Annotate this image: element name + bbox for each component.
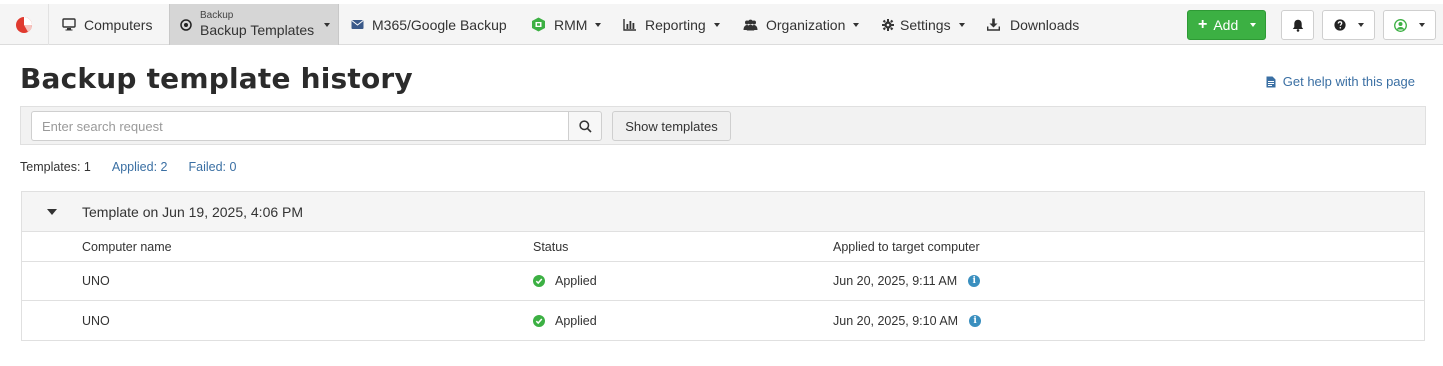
computer-name-cell: UNO — [82, 274, 110, 288]
column-header-applied: Applied to target computer — [833, 239, 980, 254]
top-navbar: Computers Backup Backup Templates M365/G… — [0, 4, 1443, 45]
nav-reporting[interactable]: Reporting — [623, 4, 720, 45]
check-circle-icon — [533, 314, 545, 327]
nav-backup-templates[interactable]: Backup Backup Templates — [169, 4, 339, 45]
envelope-icon — [351, 19, 364, 30]
nav-rmm-label: RMM — [554, 16, 588, 33]
status-cell: Applied — [533, 301, 597, 340]
rmm-shield-icon — [531, 17, 546, 32]
applied-date: Jun 20, 2025, 9:10 AM — [833, 313, 959, 328]
info-icon[interactable]: i — [969, 314, 982, 327]
nav-computers[interactable]: Computers — [62, 4, 152, 45]
column-header-computer-name: Computer name — [82, 239, 172, 254]
status-label: Applied — [555, 313, 597, 328]
monitor-icon — [62, 18, 76, 31]
column-header-status: Status — [533, 239, 569, 254]
applied-date-cell: Jun 20, 2025, 9:10 AM i — [833, 301, 982, 340]
chevron-down-icon — [1250, 23, 1257, 27]
logo-icon — [16, 16, 33, 33]
plus-icon: + — [1198, 16, 1208, 33]
stat-applied-link[interactable]: Applied: 2 — [112, 160, 168, 174]
status-label: Applied — [555, 274, 597, 288]
status-cell: Applied — [533, 262, 597, 300]
chevron-down-icon — [713, 22, 720, 27]
document-icon — [1266, 76, 1276, 88]
add-button[interactable]: + Add — [1187, 10, 1266, 40]
nav-m365-google-backup[interactable]: M365/Google Backup — [351, 4, 507, 45]
nav-downloads-label: Downloads — [1010, 16, 1080, 33]
nav-rmm[interactable]: RMM — [531, 4, 602, 45]
question-circle-icon — [1333, 19, 1346, 31]
user-menu-button[interactable] — [1383, 10, 1436, 40]
nav-organization[interactable]: Organization — [743, 4, 860, 45]
template-group-header[interactable]: Template on Jun 19, 2025, 4:06 PM — [22, 192, 1424, 232]
chevron-down-icon — [853, 22, 860, 27]
table-row: UNO Applied Jun 20, 2025, 9:10 AM i — [22, 301, 1424, 340]
table-row: UNO Applied Jun 20, 2025, 9:11 AM i — [22, 262, 1424, 301]
template-group-title: Template on Jun 19, 2025, 4:06 PM — [82, 203, 304, 220]
table-header: Computer name Status Applied to target c… — [22, 232, 1424, 262]
nav-reporting-label: Reporting — [645, 16, 706, 33]
chevron-down-icon — [1419, 23, 1425, 27]
nav-settings-label: Settings — [900, 16, 951, 33]
check-circle-icon — [533, 275, 545, 287]
help-link[interactable]: Get help with this page — [1266, 74, 1415, 89]
page-title: Backup template history — [20, 62, 413, 95]
search-input[interactable] — [31, 111, 569, 141]
stats-bar: Templates: 1 Applied: 2 Failed: 0 — [20, 160, 236, 174]
help-link-label: Get help with this page — [1282, 74, 1415, 89]
bell-icon — [1292, 19, 1303, 32]
notifications-button[interactable] — [1281, 10, 1314, 40]
collapse-toggle[interactable] — [22, 208, 82, 215]
template-group: Template on Jun 19, 2025, 4:06 PM Comput… — [21, 191, 1425, 341]
stat-templates: Templates: 1 — [20, 160, 91, 174]
applied-date-cell: Jun 20, 2025, 9:11 AM i — [833, 262, 981, 300]
gear-icon — [882, 18, 894, 31]
caret-down-icon — [47, 208, 57, 215]
play-circle-icon — [180, 18, 192, 31]
user-avatar-icon — [1394, 18, 1407, 32]
chevron-down-icon — [958, 22, 965, 27]
search-toolbar: Show templates — [20, 106, 1426, 145]
add-button-label: Add — [1213, 17, 1239, 33]
info-icon[interactable]: i — [968, 275, 981, 287]
chevron-down-icon — [1357, 23, 1364, 27]
nav-backup-templates-label: Backup Templates — [200, 22, 315, 39]
search-icon — [578, 119, 592, 133]
search-button[interactable] — [568, 111, 602, 141]
app-logo[interactable] — [0, 4, 49, 45]
applied-date: Jun 20, 2025, 9:11 AM — [833, 274, 958, 288]
chevron-down-icon — [595, 22, 602, 27]
nav-computers-label: Computers — [84, 16, 153, 33]
users-icon — [743, 19, 758, 31]
nav-settings[interactable]: Settings — [882, 4, 965, 45]
bar-chart-icon — [623, 18, 637, 31]
nav-backup-small-label: Backup — [200, 10, 234, 22]
download-icon — [987, 18, 1000, 31]
chevron-down-icon — [324, 22, 331, 27]
nav-downloads[interactable]: Downloads — [987, 4, 1079, 45]
computer-name-cell: UNO — [82, 313, 110, 328]
nav-m365-label: M365/Google Backup — [372, 16, 507, 33]
stat-failed-link[interactable]: Failed: 0 — [188, 160, 236, 174]
help-menu-button[interactable] — [1322, 10, 1375, 40]
nav-organization-label: Organization — [766, 16, 846, 33]
show-templates-button[interactable]: Show templates — [612, 111, 731, 141]
